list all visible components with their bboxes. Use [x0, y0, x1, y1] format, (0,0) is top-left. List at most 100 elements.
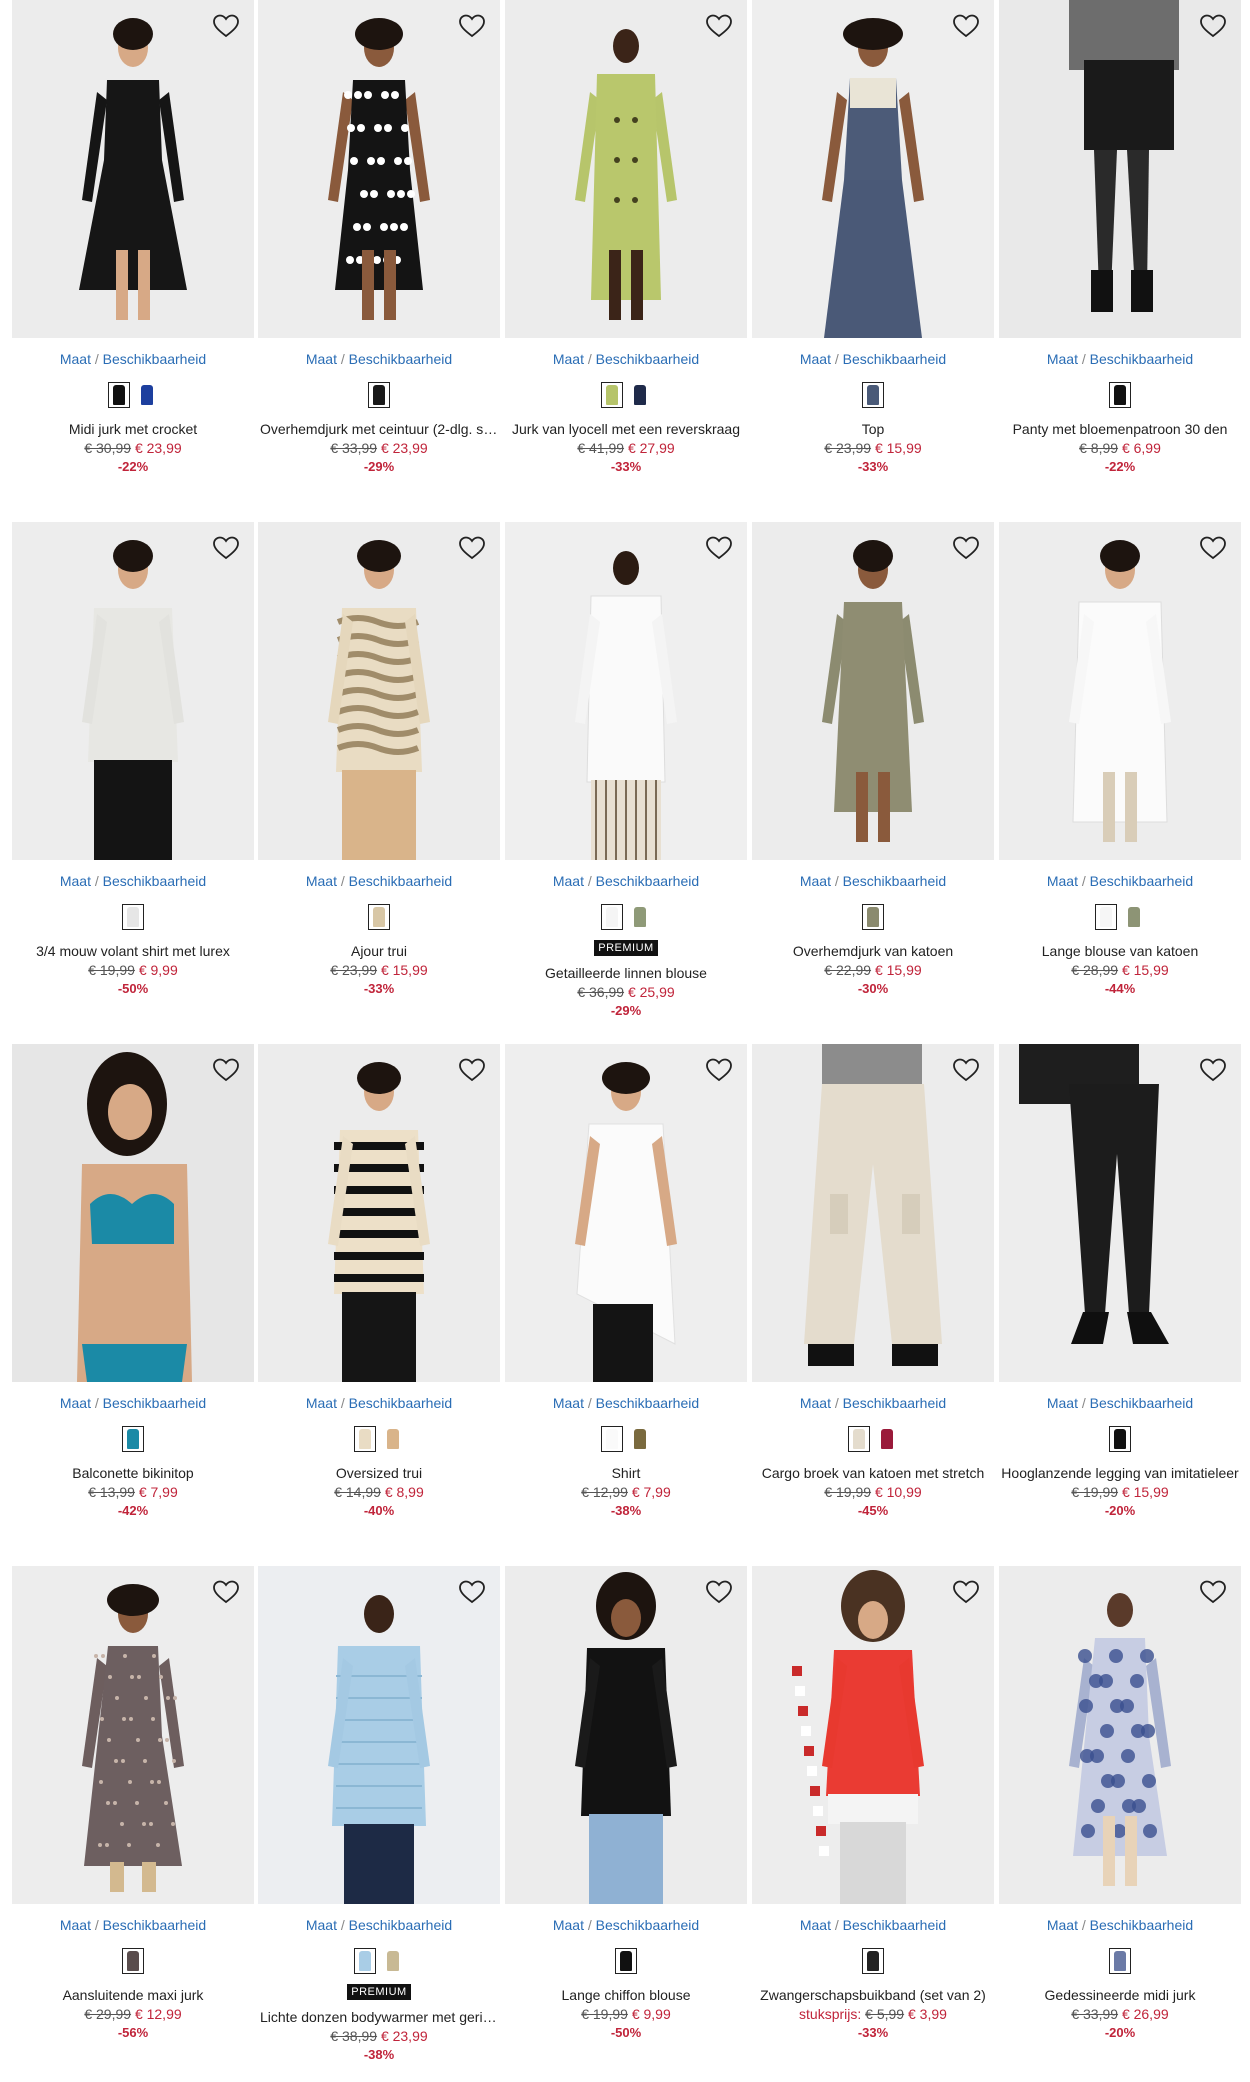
color-swatch[interactable]: [876, 1426, 898, 1452]
color-swatch[interactable]: [629, 904, 651, 930]
color-swatch[interactable]: [615, 1948, 637, 1974]
wishlist-heart-icon[interactable]: [701, 530, 737, 566]
product-card[interactable]: Maat / Beschikbaarheid Panty met bloemenp…: [999, 0, 1241, 476]
product-card[interactable]: Maat / Beschikbaarheid Midi jurk met croc…: [12, 0, 254, 476]
size-availability-link[interactable]: Maat / Beschikbaarheid: [752, 872, 994, 890]
product-image[interactable]: [999, 522, 1241, 860]
product-card[interactable]: Maat / Beschikbaarheid 3/4 mouw volant sh…: [12, 522, 254, 998]
color-swatch[interactable]: [1109, 382, 1131, 408]
product-title[interactable]: Getailleerde linnen blouse: [505, 964, 747, 982]
product-image[interactable]: [12, 1566, 254, 1904]
product-image[interactable]: [999, 0, 1241, 338]
color-swatch[interactable]: [862, 1948, 884, 1974]
wishlist-heart-icon[interactable]: [948, 8, 984, 44]
product-card[interactable]: Maat / Beschikbaarheid Oversized trui € 14…: [258, 1044, 500, 1520]
wishlist-heart-icon[interactable]: [208, 8, 244, 44]
product-title[interactable]: Lange blouse van katoen: [999, 942, 1241, 960]
color-swatch[interactable]: [862, 382, 884, 408]
product-title[interactable]: 3/4 mouw volant shirt met lurex: [12, 942, 254, 960]
product-title[interactable]: Top: [752, 420, 994, 438]
product-image[interactable]: [752, 522, 994, 860]
product-title[interactable]: Lange chiffon blouse: [505, 1986, 747, 2004]
product-card[interactable]: Maat / Beschikbaarheid Aansluitende maxi …: [12, 1566, 254, 2042]
product-card[interactable]: Maat / Beschikbaarheid Gedessineerde midi…: [999, 1566, 1241, 2042]
product-card[interactable]: Maat / Beschikbaarheid Hooglanzende leggi…: [999, 1044, 1241, 1520]
color-swatch[interactable]: [108, 382, 130, 408]
color-swatch[interactable]: [601, 1426, 623, 1452]
wishlist-heart-icon[interactable]: [454, 1574, 490, 1610]
product-card[interactable]: Maat / Beschikbaarheid Lange chiffon blou…: [505, 1566, 747, 2042]
size-availability-link[interactable]: Maat / Beschikbaarheid: [752, 1394, 994, 1412]
product-title[interactable]: Cargo broek van katoen met stretch: [752, 1464, 994, 1482]
product-image[interactable]: [999, 1044, 1241, 1382]
product-title[interactable]: Balconette bikinitop: [12, 1464, 254, 1482]
size-availability-link[interactable]: Maat / Beschikbaarheid: [752, 1916, 994, 1934]
product-title[interactable]: Aansluitende maxi jurk: [12, 1986, 254, 2004]
color-swatch[interactable]: [629, 1426, 651, 1452]
color-swatch[interactable]: [354, 1948, 376, 1974]
product-image[interactable]: [752, 1044, 994, 1382]
product-image[interactable]: [12, 0, 254, 338]
product-image[interactable]: [752, 0, 994, 338]
size-availability-link[interactable]: Maat / Beschikbaarheid: [12, 1394, 254, 1412]
product-title[interactable]: Overhemdjurk met ceintuur (2-dlg. set): [258, 420, 500, 438]
product-image[interactable]: [12, 522, 254, 860]
product-title[interactable]: Oversized trui: [258, 1464, 500, 1482]
color-swatch[interactable]: [368, 904, 390, 930]
size-availability-link[interactable]: Maat / Beschikbaarheid: [258, 350, 500, 368]
color-swatch[interactable]: [382, 1948, 404, 1974]
product-card[interactable]: Maat / Beschikbaarheid Overhemdjurk van k…: [752, 522, 994, 998]
color-swatch[interactable]: [1095, 904, 1117, 930]
product-image[interactable]: [258, 1044, 500, 1382]
wishlist-heart-icon[interactable]: [701, 8, 737, 44]
wishlist-heart-icon[interactable]: [1195, 1574, 1231, 1610]
product-image[interactable]: [505, 1044, 747, 1382]
color-swatch[interactable]: [136, 382, 158, 408]
wishlist-heart-icon[interactable]: [208, 530, 244, 566]
color-swatch[interactable]: [368, 382, 390, 408]
color-swatch[interactable]: [122, 1426, 144, 1452]
color-swatch[interactable]: [1109, 1948, 1131, 1974]
wishlist-heart-icon[interactable]: [454, 8, 490, 44]
product-title[interactable]: Hooglanzende legging van imitatieleer: [999, 1464, 1241, 1482]
wishlist-heart-icon[interactable]: [1195, 530, 1231, 566]
product-image[interactable]: [505, 1566, 747, 1904]
size-availability-link[interactable]: Maat / Beschikbaarheid: [505, 1916, 747, 1934]
product-card[interactable]: Maat / Beschikbaarheid Overhemdjurk met c…: [258, 0, 500, 476]
color-swatch[interactable]: [122, 904, 144, 930]
product-image[interactable]: [999, 1566, 1241, 1904]
size-availability-link[interactable]: Maat / Beschikbaarheid: [999, 1916, 1241, 1934]
color-swatch[interactable]: [848, 1426, 870, 1452]
size-availability-link[interactable]: Maat / Beschikbaarheid: [999, 1394, 1241, 1412]
product-card[interactable]: Maat / Beschikbaarheid Balconette bikinit…: [12, 1044, 254, 1520]
size-availability-link[interactable]: Maat / Beschikbaarheid: [505, 872, 747, 890]
size-availability-link[interactable]: Maat / Beschikbaarheid: [12, 1916, 254, 1934]
size-availability-link[interactable]: Maat / Beschikbaarheid: [258, 1394, 500, 1412]
product-card[interactable]: Maat / Beschikbaarheid Cargo broek van ka…: [752, 1044, 994, 1520]
wishlist-heart-icon[interactable]: [1195, 1052, 1231, 1088]
size-availability-link[interactable]: Maat / Beschikbaarheid: [999, 872, 1241, 890]
wishlist-heart-icon[interactable]: [948, 1052, 984, 1088]
product-title[interactable]: Gedessineerde midi jurk: [999, 1986, 1241, 2004]
product-title[interactable]: Lichte donzen bodywarmer met geribde boo…: [258, 2008, 500, 2026]
size-availability-link[interactable]: Maat / Beschikbaarheid: [505, 1394, 747, 1412]
product-image[interactable]: [258, 1566, 500, 1904]
product-card[interactable]: Maat / Beschikbaarheid PREMIUM Getailleerd…: [505, 522, 747, 1020]
color-swatch[interactable]: [862, 904, 884, 930]
product-title[interactable]: Overhemdjurk van katoen: [752, 942, 994, 960]
color-swatch[interactable]: [1123, 904, 1145, 930]
color-swatch[interactable]: [1109, 1426, 1131, 1452]
product-title[interactable]: Jurk van lyocell met een reverskraag: [505, 420, 747, 438]
wishlist-heart-icon[interactable]: [454, 1052, 490, 1088]
color-swatch[interactable]: [601, 904, 623, 930]
size-availability-link[interactable]: Maat / Beschikbaarheid: [258, 1916, 500, 1934]
product-image[interactable]: [258, 0, 500, 338]
product-image[interactable]: [12, 1044, 254, 1382]
product-card[interactable]: Maat / Beschikbaarheid Ajour trui € 23,99 …: [258, 522, 500, 998]
product-image[interactable]: [505, 522, 747, 860]
product-title[interactable]: Panty met bloemenpatroon 30 den: [999, 420, 1241, 438]
product-image[interactable]: [752, 1566, 994, 1904]
product-card[interactable]: Maat / Beschikbaarheid Zwangerschapsbuikb…: [752, 1566, 994, 2042]
wishlist-heart-icon[interactable]: [948, 1574, 984, 1610]
wishlist-heart-icon[interactable]: [948, 530, 984, 566]
